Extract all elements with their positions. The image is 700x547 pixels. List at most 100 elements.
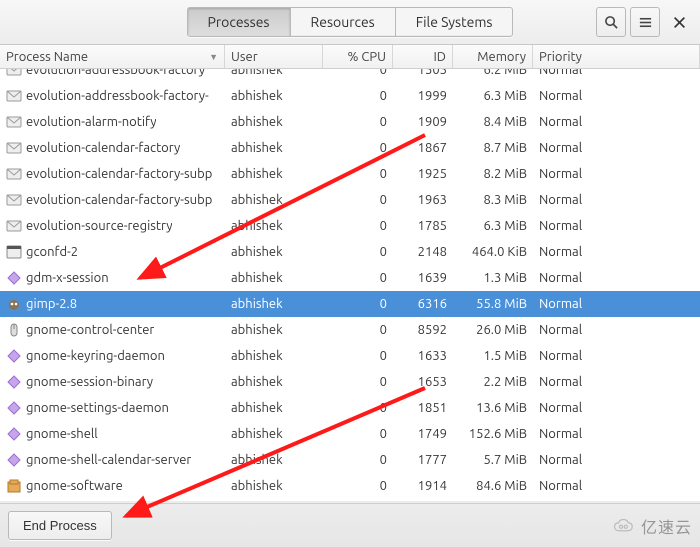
- table-row[interactable]: gnome-softwareabhishek0191484.6 MiBNorma…: [0, 473, 700, 499]
- search-button[interactable]: [596, 7, 626, 37]
- table-row[interactable]: gnome-control-centerabhishek0859226.0 Mi…: [0, 317, 700, 343]
- column-id[interactable]: ID: [393, 45, 453, 68]
- process-list[interactable]: evolution-addressbook-factoryabhishek015…: [0, 69, 700, 501]
- process-user: abhishek: [225, 141, 323, 155]
- cloud-icon: [613, 518, 637, 534]
- process-icon: [6, 69, 22, 78]
- process-user: abhishek: [225, 349, 323, 363]
- process-cpu: 0: [323, 453, 393, 467]
- process-user: abhishek: [225, 219, 323, 233]
- table-row[interactable]: gconfd-2abhishek02148464.0 KiBNormal: [0, 239, 700, 265]
- table-row[interactable]: evolution-calendar-factory-subpabhishek0…: [0, 187, 700, 213]
- process-icon: [6, 192, 22, 208]
- process-name: gnome-session-binary: [26, 375, 153, 389]
- table-row[interactable]: gimp-2.8abhishek0631655.8 MiBNormal: [0, 291, 700, 317]
- process-user: abhishek: [225, 69, 323, 77]
- process-cpu: 0: [323, 271, 393, 285]
- process-icon: [6, 88, 22, 104]
- process-user: abhishek: [225, 245, 323, 259]
- process-id: 1851: [393, 401, 453, 415]
- process-icon: [6, 322, 22, 338]
- process-id: 1639: [393, 271, 453, 285]
- end-process-button[interactable]: End Process: [8, 511, 112, 540]
- process-icon: [6, 374, 22, 390]
- process-icon: [6, 244, 22, 260]
- process-priority: Normal: [533, 375, 700, 389]
- process-id: 6316: [393, 297, 453, 311]
- process-icon: [6, 478, 22, 494]
- menu-button[interactable]: [630, 7, 660, 37]
- table-row[interactable]: evolution-addressbook-factoryabhishek015…: [0, 69, 700, 83]
- process-id: 1653: [393, 375, 453, 389]
- process-icon: [6, 296, 22, 312]
- table-row[interactable]: gnome-shell-calendar-serverabhishek01777…: [0, 447, 700, 473]
- column-user[interactable]: User: [225, 45, 323, 68]
- column-cpu[interactable]: % CPU: [323, 45, 393, 68]
- process-memory: 2.2 MiB: [453, 375, 533, 389]
- table-row[interactable]: gnome-settings-daemonabhishek0185113.6 M…: [0, 395, 700, 421]
- watermark-text: 亿速云: [641, 514, 692, 538]
- process-user: abhishek: [225, 89, 323, 103]
- process-id: 1785: [393, 219, 453, 233]
- process-user: abhishek: [225, 427, 323, 441]
- process-id: 1925: [393, 167, 453, 181]
- process-priority: Normal: [533, 219, 700, 233]
- table-row[interactable]: evolution-addressbook-factory-abhishek01…: [0, 83, 700, 109]
- column-label: Memory: [477, 50, 526, 64]
- process-memory: 6.3 MiB: [453, 219, 533, 233]
- column-label: ID: [433, 50, 446, 64]
- column-label: Process Name: [6, 50, 88, 64]
- process-name: gnome-settings-daemon: [26, 401, 169, 415]
- process-name: evolution-addressbook-factory-: [26, 89, 209, 103]
- tab-resources[interactable]: Resources: [291, 8, 396, 36]
- close-button[interactable]: [664, 7, 694, 37]
- table-row[interactable]: evolution-source-registryabhishek017856.…: [0, 213, 700, 239]
- table-row[interactable]: gnome-shellabhishek01749152.6 MiBNormal: [0, 421, 700, 447]
- table-row[interactable]: gnome-session-binaryabhishek016532.2 MiB…: [0, 369, 700, 395]
- table-row[interactable]: gnome-keyring-daemonabhishek016331.5 MiB…: [0, 343, 700, 369]
- process-name: gnome-shell: [26, 427, 98, 441]
- hamburger-icon: [638, 15, 653, 30]
- tab-processes[interactable]: Processes: [188, 8, 291, 36]
- process-priority: Normal: [533, 167, 700, 181]
- process-priority: Normal: [533, 349, 700, 363]
- process-name: evolution-addressbook-factory: [26, 69, 205, 77]
- table-row[interactable]: gdm-x-sessionabhishek016391.3 MiBNormal: [0, 265, 700, 291]
- table-row[interactable]: evolution-alarm-notifyabhishek019098.4 M…: [0, 109, 700, 135]
- tab-file-systems[interactable]: File Systems: [396, 8, 513, 36]
- process-priority: Normal: [533, 115, 700, 129]
- column-label: % CPU: [347, 50, 386, 64]
- table-row[interactable]: evolution-calendar-factory-subpabhishek0…: [0, 161, 700, 187]
- process-cpu: 0: [323, 219, 393, 233]
- process-user: abhishek: [225, 479, 323, 493]
- column-header-row: Process Name ▼ User % CPU ID Memory Prio…: [0, 45, 700, 69]
- process-priority: Normal: [533, 479, 700, 493]
- process-cpu: 0: [323, 349, 393, 363]
- view-tabs: ProcessesResourcesFile Systems: [187, 7, 514, 37]
- process-cpu: 0: [323, 89, 393, 103]
- process-priority: Normal: [533, 245, 700, 259]
- process-user: abhishek: [225, 323, 323, 337]
- footer-bar: End Process 亿速云: [0, 503, 700, 547]
- process-priority: Normal: [533, 193, 700, 207]
- process-icon: [6, 140, 22, 156]
- process-memory: 464.0 KiB: [453, 245, 533, 259]
- process-memory: 6.2 MiB: [453, 69, 533, 77]
- process-name: gnome-shell-calendar-server: [26, 453, 191, 467]
- process-name: evolution-calendar-factory: [26, 141, 180, 155]
- process-name: gnome-software: [26, 479, 123, 493]
- watermark: 亿速云: [613, 514, 692, 538]
- process-priority: Normal: [533, 453, 700, 467]
- process-memory: 1.5 MiB: [453, 349, 533, 363]
- process-cpu: 0: [323, 401, 393, 415]
- column-process-name[interactable]: Process Name ▼: [0, 45, 225, 68]
- column-priority[interactable]: Priority: [533, 45, 700, 68]
- table-row[interactable]: evolution-calendar-factoryabhishek018678…: [0, 135, 700, 161]
- process-icon: [6, 270, 22, 286]
- process-memory: 8.7 MiB: [453, 141, 533, 155]
- process-id: 1633: [393, 349, 453, 363]
- process-memory: 55.8 MiB: [453, 297, 533, 311]
- process-priority: Normal: [533, 401, 700, 415]
- column-memory[interactable]: Memory: [453, 45, 533, 68]
- process-icon: [6, 166, 22, 182]
